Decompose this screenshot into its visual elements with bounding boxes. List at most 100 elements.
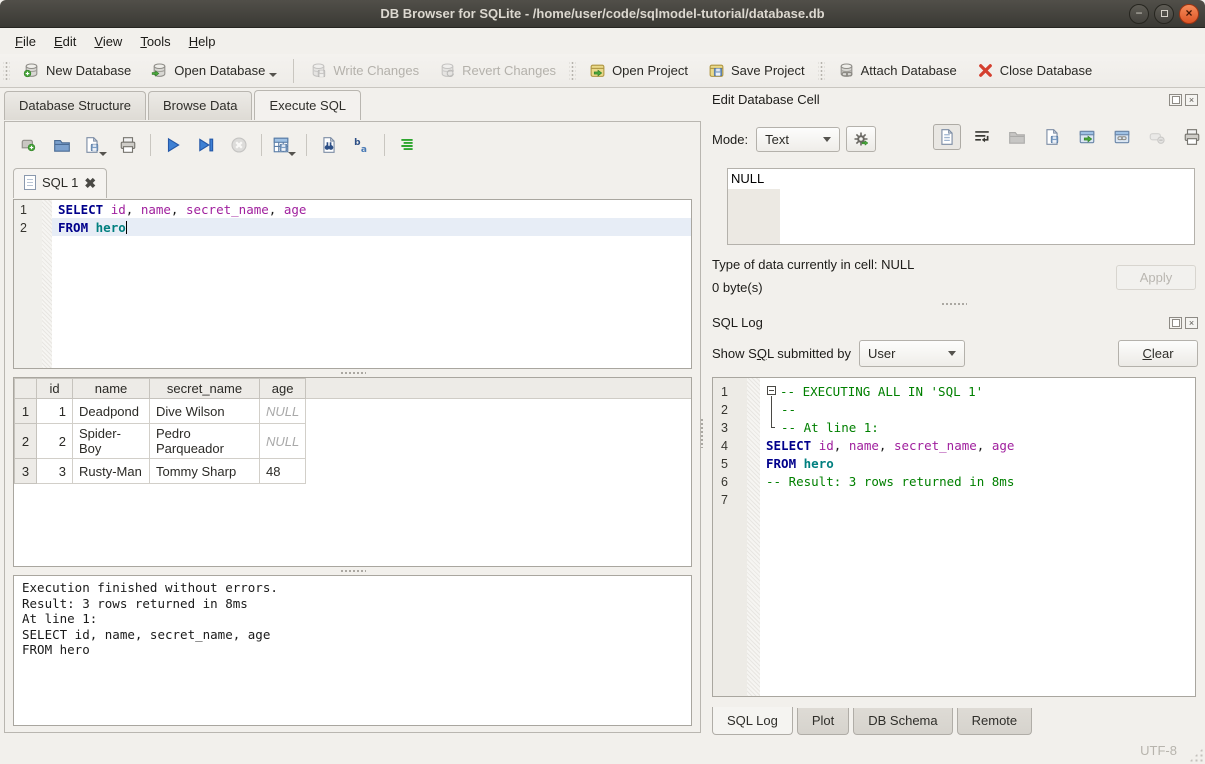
result-cell[interactable]: NULL: [260, 424, 306, 459]
results-corner-header[interactable]: [15, 379, 37, 399]
tab-remote[interactable]: Remote: [957, 708, 1033, 735]
menu-edit[interactable]: Edit: [45, 30, 85, 53]
result-cell[interactable]: NULL: [260, 399, 306, 424]
log-filter-select[interactable]: User: [859, 340, 965, 367]
print-cell-button[interactable]: [1178, 124, 1205, 150]
write-changes-icon: [310, 62, 327, 79]
format-sql-button[interactable]: [393, 132, 421, 158]
copy-link-icon: [1113, 128, 1131, 146]
results-status-splitter[interactable]: [13, 567, 692, 575]
clear-log-button[interactable]: Clear: [1118, 340, 1198, 367]
mode-select[interactable]: Text: [756, 127, 840, 152]
open-external-button[interactable]: [1073, 124, 1101, 150]
word-wrap-button[interactable]: [968, 124, 996, 150]
tab-sql-log[interactable]: SQL Log: [712, 707, 793, 735]
edit-cell-float-button[interactable]: [1169, 94, 1182, 106]
column-header-name[interactable]: name: [73, 379, 150, 399]
attach-database-button[interactable]: Attach Database: [828, 57, 967, 84]
close-button[interactable]: ×: [1179, 4, 1199, 24]
row-header[interactable]: 3: [15, 459, 37, 484]
result-cell[interactable]: Spider-Boy: [73, 424, 150, 459]
minimize-button[interactable]: −: [1129, 4, 1149, 24]
result-cell[interactable]: 1: [37, 399, 73, 424]
column-header-age[interactable]: age: [260, 379, 306, 399]
toolbar-drag-handle[interactable]: [569, 60, 576, 82]
print-cell-icon: [1183, 128, 1201, 146]
find-button[interactable]: [315, 132, 343, 158]
result-cell[interactable]: 2: [37, 424, 73, 459]
save-sql-dropdown-icon[interactable]: [99, 152, 107, 156]
main-tab-bar: Database StructureBrowse DataExecute SQL: [4, 90, 363, 122]
code-line[interactable]: [760, 490, 1195, 508]
sql-editor[interactable]: 12 SELECT id, name, secret_name, ageFROM…: [13, 199, 692, 369]
row-header[interactable]: 2: [15, 424, 37, 459]
sql-tab[interactable]: SQL 1 ✖: [13, 168, 107, 198]
menu-view[interactable]: View: [85, 30, 131, 53]
code-line[interactable]: -- At line 1:: [760, 418, 1195, 436]
chevron-down-icon: [823, 137, 831, 142]
print-sql-button[interactable]: [114, 132, 142, 158]
mode-auto-switch-button[interactable]: [846, 126, 876, 152]
toolbar-drag-handle[interactable]: [3, 60, 10, 82]
menu-tools[interactable]: Tools: [131, 30, 179, 53]
code-line[interactable]: SELECT id, name, secret_name, age: [760, 436, 1195, 454]
result-cell[interactable]: Pedro Parqueador: [150, 424, 260, 459]
close-database-button[interactable]: Close Database: [967, 57, 1103, 84]
resize-grip-icon[interactable]: [1189, 748, 1203, 762]
editor-results-splitter[interactable]: [13, 369, 692, 377]
tab-browse-data[interactable]: Browse Data: [148, 91, 252, 120]
execute-all-button[interactable]: [159, 132, 187, 158]
sql-log-view[interactable]: 1234567 -- EXECUTING ALL IN 'SQL 1'---- …: [712, 377, 1196, 697]
export-results-dropdown-icon[interactable]: [288, 152, 296, 156]
open-database-button[interactable]: Open Database: [141, 57, 287, 84]
save-project-button[interactable]: Save Project: [698, 57, 815, 84]
new-database-button[interactable]: New Database: [13, 57, 141, 84]
code-line[interactable]: FROM hero: [760, 454, 1195, 472]
fold-marker-icon[interactable]: [767, 386, 776, 395]
edit-cell-close-button[interactable]: ×: [1185, 94, 1198, 106]
result-cell[interactable]: Tommy Sharp: [150, 459, 260, 484]
maximize-button[interactable]: [1154, 4, 1174, 24]
tab-plot[interactable]: Plot: [797, 708, 849, 735]
code-line[interactable]: --: [760, 400, 1195, 418]
menu-help[interactable]: Help: [180, 30, 225, 53]
new-sql-tab-icon: [20, 136, 38, 154]
code-line[interactable]: FROM hero: [52, 218, 691, 236]
tab-db-schema[interactable]: DB Schema: [853, 708, 952, 735]
sql-log-float-button[interactable]: [1169, 317, 1182, 329]
column-header-id[interactable]: id: [37, 379, 73, 399]
close-sql-tab-icon[interactable]: ✖: [84, 177, 96, 189]
new-sql-tab-button[interactable]: [15, 132, 43, 158]
gear-icon: [853, 131, 869, 147]
open-database-dropdown-icon[interactable]: [269, 73, 277, 77]
export-results-button[interactable]: [270, 132, 298, 158]
tab-execute-sql[interactable]: Execute SQL: [254, 90, 361, 120]
toolbar-drag-handle[interactable]: [818, 60, 825, 82]
copy-link-button[interactable]: [1108, 124, 1136, 150]
sql-log-close-button[interactable]: ×: [1185, 317, 1198, 329]
find-replace-button[interactable]: ba: [348, 132, 376, 158]
result-cell[interactable]: Dive Wilson: [150, 399, 260, 424]
open-project-button[interactable]: Open Project: [579, 57, 698, 84]
result-cell[interactable]: 48: [260, 459, 306, 484]
save-sql-file-button[interactable]: [81, 132, 109, 158]
encoding-indicator: UTF-8: [1140, 743, 1177, 758]
result-cell[interactable]: Rusty-Man: [73, 459, 150, 484]
code-line[interactable]: -- EXECUTING ALL IN 'SQL 1': [760, 382, 1195, 400]
statusbar: UTF-8: [0, 737, 1205, 764]
export-data-button[interactable]: [1038, 124, 1066, 150]
text-mode-button[interactable]: [933, 124, 961, 150]
row-header[interactable]: 1: [15, 399, 37, 424]
result-cell[interactable]: 3: [37, 459, 73, 484]
cell-value-editor[interactable]: NULL: [727, 168, 1195, 245]
code-line[interactable]: SELECT id, name, secret_name, age: [52, 200, 691, 218]
tab-database-structure[interactable]: Database Structure: [4, 91, 146, 120]
column-header-secret_name[interactable]: secret_name: [150, 379, 260, 399]
editor-fold-margin: [42, 200, 52, 368]
result-cell[interactable]: Deadpond: [73, 399, 150, 424]
execute-line-button[interactable]: [192, 132, 220, 158]
dock-splitter[interactable]: [712, 300, 1196, 308]
open-sql-file-button[interactable]: [48, 132, 76, 158]
menu-file[interactable]: File: [6, 30, 45, 53]
code-line[interactable]: -- Result: 3 rows returned in 8ms: [760, 472, 1195, 490]
